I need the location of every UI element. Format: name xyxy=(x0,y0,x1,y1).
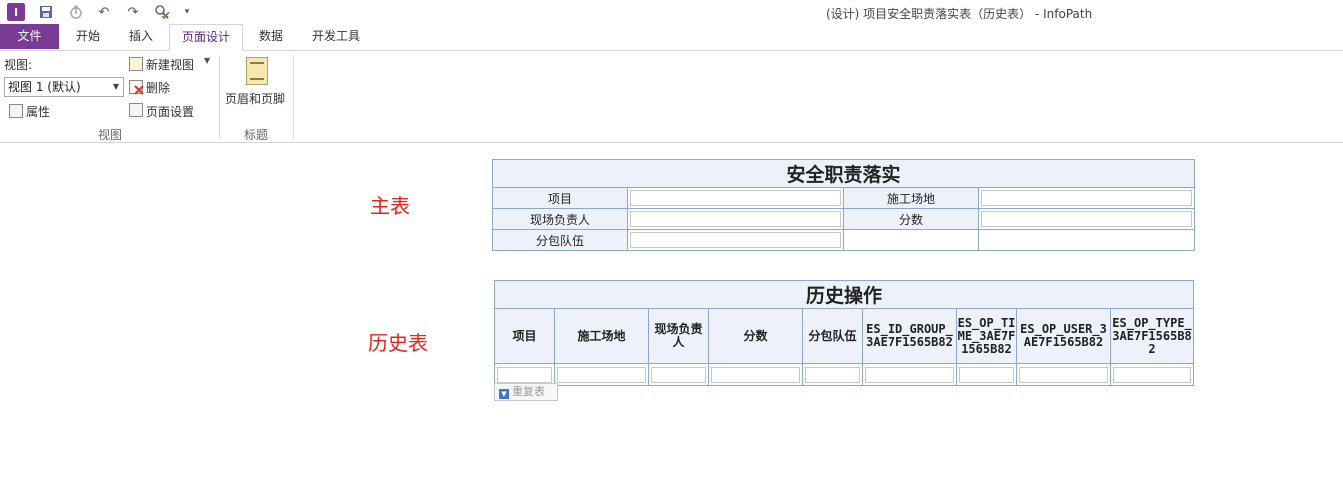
cell-input[interactable] xyxy=(1019,366,1108,383)
site-input[interactable] xyxy=(981,190,1193,206)
repeating-table-tag[interactable]: ▼ 重复表 xyxy=(494,383,558,401)
new-view-dropdown-icon[interactable]: ▼ xyxy=(204,56,210,65)
empty-cell xyxy=(843,229,979,251)
cell-input[interactable] xyxy=(497,366,552,383)
header-footer-icon xyxy=(246,57,268,85)
cell-input[interactable] xyxy=(959,366,1014,383)
redo-icon[interactable]: ↷ xyxy=(124,3,142,21)
tab-data[interactable]: 数据 xyxy=(246,24,296,49)
subcontractor-input[interactable] xyxy=(630,232,841,248)
subcontractor-field[interactable] xyxy=(627,229,844,251)
site-field[interactable] xyxy=(977,187,1196,209)
site-manager-field[interactable] xyxy=(627,208,844,230)
table-cell[interactable] xyxy=(1109,363,1195,386)
new-view-icon xyxy=(129,57,143,71)
column-header: 分包队伍 xyxy=(802,308,863,364)
score-field[interactable] xyxy=(977,208,1196,230)
field-label-site-manager: 现场负责人 xyxy=(492,208,628,230)
main-table: 安全职责落实 项目 施工场地 现场负责人 分数 分包队伍 xyxy=(491,159,1196,251)
tab-file[interactable]: 文件 xyxy=(0,24,59,49)
main-table-label: 主表 xyxy=(370,196,410,218)
column-header: 现场负责人 xyxy=(648,308,709,364)
cell-input[interactable] xyxy=(865,366,954,383)
view-select-value: 视图 1 (默认) xyxy=(8,80,81,94)
page-setup-button[interactable]: 页面设置 xyxy=(146,103,194,120)
chevron-down-icon: ▼ xyxy=(112,82,119,91)
table-cell[interactable] xyxy=(1016,363,1111,386)
group-view-label: 视图 xyxy=(97,128,122,142)
cell-input[interactable] xyxy=(1113,366,1192,383)
history-table: 历史操作 项目 施工场地 现场负责人 分数 分包队伍 ES_ID_GROUP_3… xyxy=(493,280,1195,386)
properties-button[interactable]: 属性 xyxy=(26,103,50,120)
column-header: ES_OP_USER_3AE7F1565B82 xyxy=(1016,308,1111,364)
properties-icon xyxy=(9,104,23,118)
delete-view-icon xyxy=(129,80,144,95)
group-separator xyxy=(293,55,294,139)
column-header: 项目 xyxy=(494,308,555,364)
publish-icon[interactable] xyxy=(67,3,85,21)
group-title-label: 标题 xyxy=(243,128,268,142)
view-label: 视图: xyxy=(4,58,33,72)
repeating-table-label: 重复表 xyxy=(512,385,545,398)
field-label-score: 分数 xyxy=(843,208,979,230)
table-cell[interactable] xyxy=(862,363,957,386)
table-cell[interactable] xyxy=(554,363,649,386)
group-separator xyxy=(219,55,220,139)
main-table-title: 安全职责落实 xyxy=(491,159,1196,188)
delete-view-button[interactable]: 删除 xyxy=(146,79,170,96)
tab-insert[interactable]: 插入 xyxy=(116,24,166,49)
column-header: ES_OP_TYPE_3AE7F1565B82 xyxy=(1109,308,1195,364)
history-table-title: 历史操作 xyxy=(493,280,1195,309)
field-label-site: 施工场地 xyxy=(843,187,979,209)
tab-page-design[interactable]: 页面设计 xyxy=(169,24,243,51)
table-cell[interactable] xyxy=(648,363,709,386)
tab-developer[interactable]: 开发工具 xyxy=(300,24,372,49)
page-setup-icon xyxy=(129,103,143,117)
title-bar: I ↶ ↷ ▾ (设计) 项目安全职责落实表（历史表） - InfoPath xyxy=(0,0,1343,24)
view-select[interactable]: 视图 1 (默认) ▼ xyxy=(4,77,124,97)
undo-icon[interactable]: ↶ xyxy=(95,3,113,21)
infopath-logo-icon: I xyxy=(7,3,25,21)
table-row xyxy=(494,363,1195,386)
cell-input[interactable] xyxy=(711,366,800,383)
project-field[interactable] xyxy=(627,187,844,209)
preview-icon[interactable] xyxy=(153,3,171,21)
column-header: 分数 xyxy=(708,308,803,364)
cell-input[interactable] xyxy=(557,366,646,383)
tab-home[interactable]: 开始 xyxy=(63,24,113,49)
column-header: ES_ID_GROUP_3AE7F1565B82 xyxy=(862,308,957,364)
table-cell[interactable] xyxy=(956,363,1017,386)
project-input[interactable] xyxy=(630,190,841,206)
cell-input[interactable] xyxy=(651,366,706,383)
customize-qat-icon[interactable]: ▾ xyxy=(178,3,196,21)
column-header: ES_OP_TIME_3AE7F1565B82 xyxy=(956,308,1017,364)
ribbon-tabs: 文件 开始 插入 页面设计 数据 开发工具 xyxy=(0,24,1343,51)
dropdown-arrow-icon: ▼ xyxy=(499,389,509,399)
cell-input[interactable] xyxy=(805,366,860,383)
column-header: 施工场地 xyxy=(554,308,649,364)
field-label-project: 项目 xyxy=(492,187,628,209)
empty-cell xyxy=(977,229,1196,251)
field-label-subcontractor: 分包队伍 xyxy=(492,229,628,251)
score-input[interactable] xyxy=(981,211,1193,227)
new-view-button[interactable]: 新建视图 xyxy=(146,56,194,73)
header-footer-button[interactable]: 页眉和页脚 xyxy=(225,90,285,107)
table-cell[interactable] xyxy=(708,363,803,386)
table-cell[interactable] xyxy=(802,363,863,386)
window-title: (设计) 项目安全职责落实表（历史表） - InfoPath xyxy=(826,7,1093,21)
save-icon[interactable] xyxy=(37,3,55,21)
site-manager-input[interactable] xyxy=(630,211,841,227)
ribbon: 视图: 视图 1 (默认) ▼ 属性 新建视图 ▼ 删除 页面设置 视图 页眉和… xyxy=(0,51,1343,143)
history-table-label: 历史表 xyxy=(368,333,428,355)
